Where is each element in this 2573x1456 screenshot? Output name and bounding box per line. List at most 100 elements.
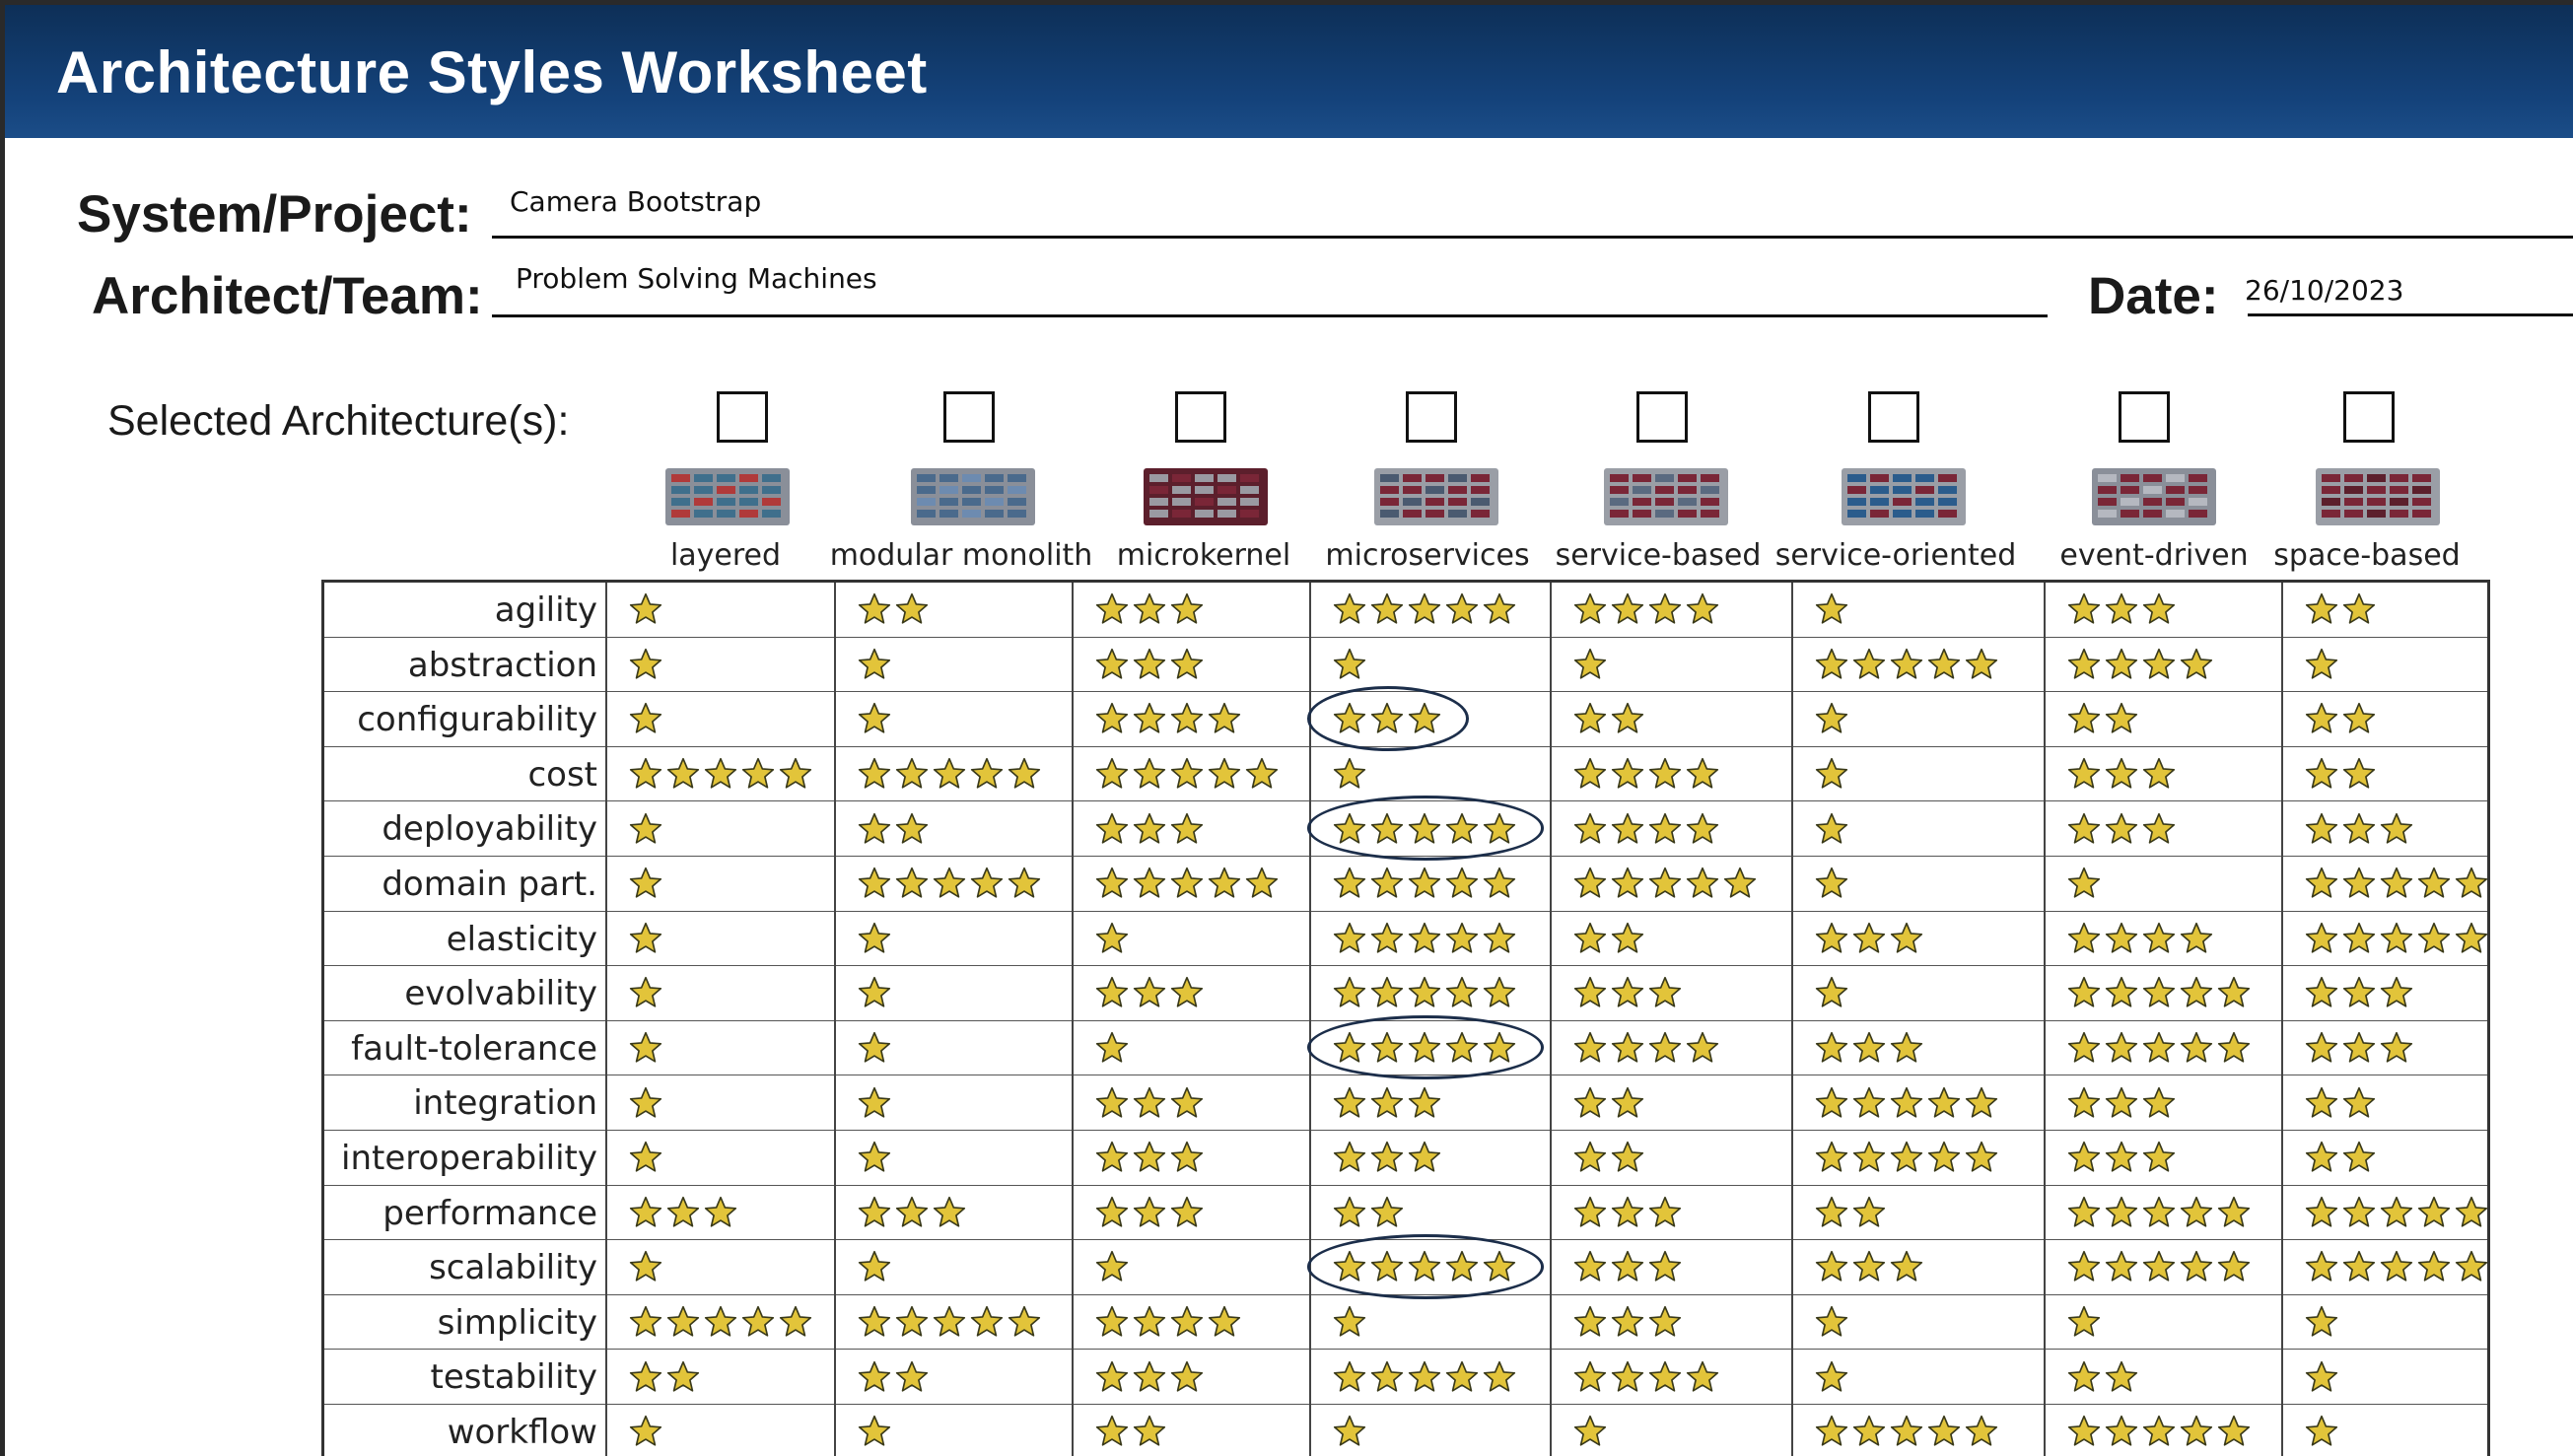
rating-cell [2045,1186,2282,1240]
rating-cell [1310,966,1551,1020]
star-icon [2067,757,2101,789]
rating-cell [1792,583,2045,637]
column-divider [605,583,607,1456]
select-microservices-checkbox[interactable] [1406,391,1457,443]
star-icon [2105,593,2138,624]
system-project-value[interactable]: Camera Bootstrap [510,185,761,218]
star-icon [2305,977,2338,1008]
star-icon [1333,1251,1366,1283]
star-icon [1815,1196,1848,1227]
characteristic-label: performance [382,1193,597,1233]
select-layered-checkbox[interactable] [717,391,768,443]
star-icon [1815,1416,1848,1446]
star-icon [2217,1196,2251,1227]
star-icon [2067,1142,2101,1172]
select-modular-monolith-checkbox[interactable] [943,391,995,443]
star-icon [704,1305,737,1337]
star-icon [2105,1031,2138,1063]
event-driven-diagram-icon [2092,468,2216,525]
select-event-driven-checkbox[interactable] [2119,391,2170,443]
star-icon [1333,703,1366,734]
star-icon [1965,648,1998,679]
layered-diagram-icon [665,468,790,525]
star-icon [1815,703,1848,734]
rating-cell [1551,1405,1792,1456]
star-icon [1333,1360,1366,1392]
rating-cell [2045,912,2282,966]
star-icon [858,1142,891,1172]
worksheet-page: Architecture Styles Worksheet System/Pro… [5,5,2573,1456]
star-icon [1573,977,1607,1008]
rating-cell [1792,857,2045,911]
star-icon [895,593,929,624]
star-icon [2417,1196,2451,1227]
architecture-name-layered: layered [669,538,782,573]
star-icon [858,757,891,789]
rating-cell [1073,1131,1310,1185]
rating-cell [606,1075,835,1130]
rating-cell [1073,1405,1310,1456]
rating-cell [1073,1075,1310,1130]
rating-cell [1792,1350,2045,1404]
table-row: abstraction [324,638,2487,693]
star-icon [895,867,929,898]
star-icon [1333,1086,1366,1118]
rating-cell [2282,638,2490,692]
star-icon [1370,593,1404,624]
star-icon [1648,593,1682,624]
rating-cell [1073,1021,1310,1075]
rating-cell [606,638,835,692]
star-icon [1573,757,1607,789]
rating-cell [1792,747,2045,801]
star-icon [2105,812,2138,844]
star-icon [1370,1360,1404,1392]
star-icon [1008,1305,1041,1337]
star-icon [1208,867,1241,898]
star-icon [1573,1360,1607,1392]
star-icon [1408,593,1441,624]
star-icon [1333,812,1366,844]
architecture-name-service-based: service-based [1555,538,1762,573]
star-icon [1370,867,1404,898]
select-service-oriented-checkbox[interactable] [1868,391,1919,443]
star-icon [1483,812,1516,844]
star-icon [1408,1251,1441,1283]
rating-cell [835,583,1073,637]
star-icon [1170,1196,1204,1227]
star-icon [1890,1142,1923,1172]
star-icon [2067,922,2101,953]
star-icon [1333,1196,1366,1227]
rating-cell [1792,966,2045,1020]
select-microkernel-checkbox[interactable] [1175,391,1226,443]
star-icon [2180,648,2213,679]
star-icon [2067,1305,2101,1337]
select-service-based-checkbox[interactable] [1636,391,1688,443]
select-space-based-checkbox[interactable] [2343,391,2395,443]
architecture-name-microkernel: microkernel [1116,538,1291,573]
characteristic-label: cost [527,754,597,795]
rating-cell [2045,801,2282,856]
rating-cell [1073,638,1310,692]
star-icon [629,757,662,789]
star-icon [629,1251,662,1283]
star-icon [2067,703,2101,734]
rating-cell [2282,1350,2490,1404]
rating-cell [1073,692,1310,746]
rating-cell [2045,1405,2282,1456]
star-icon [1095,1416,1129,1446]
rating-cell [1310,1131,1551,1185]
system-project-underline [492,236,2573,239]
star-icon [1483,1031,1516,1063]
star-icon [2105,1251,2138,1283]
architect-team-value[interactable]: Problem Solving Machines [516,262,877,295]
star-icon [2380,1196,2413,1227]
star-icon [858,1251,891,1283]
date-value[interactable]: 26/10/2023 [2245,274,2403,307]
star-icon [1133,703,1166,734]
star-icon [1927,1086,1961,1118]
rating-cell [606,966,835,1020]
microservices-diagram-icon [1374,468,1498,525]
star-icon [2142,1031,2176,1063]
star-icon [1170,1086,1204,1118]
star-icon [1483,1360,1516,1392]
